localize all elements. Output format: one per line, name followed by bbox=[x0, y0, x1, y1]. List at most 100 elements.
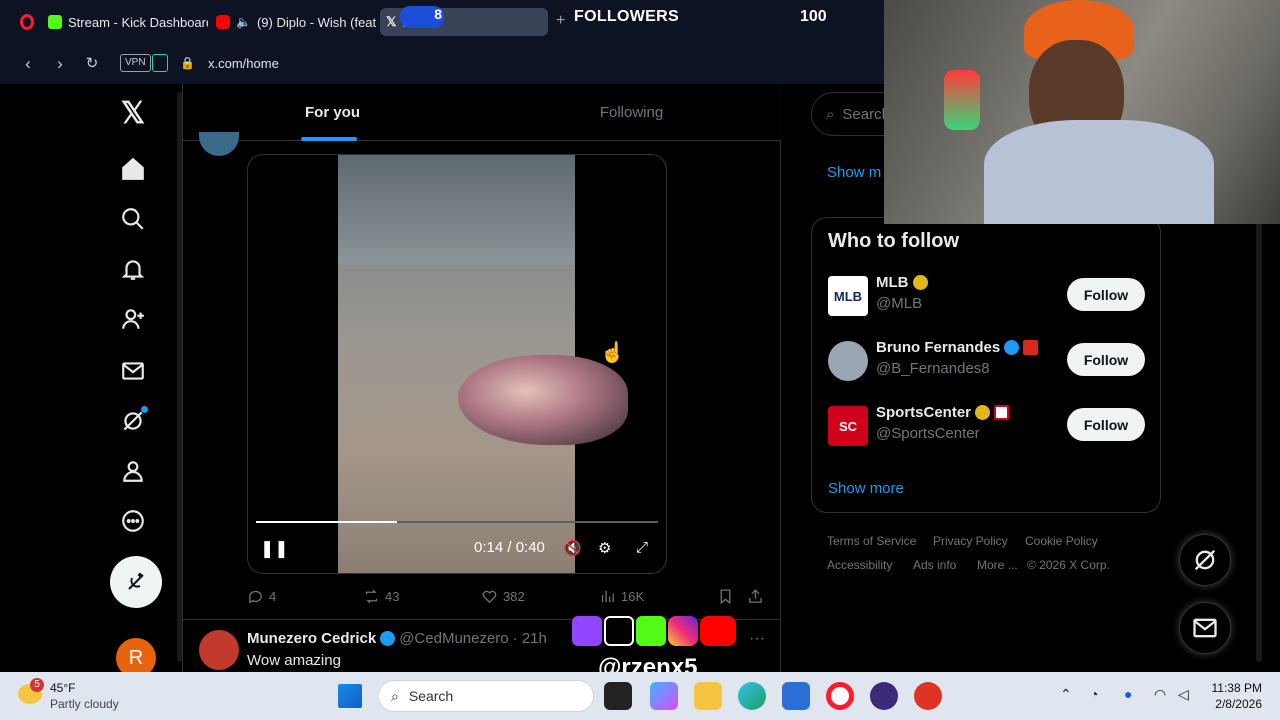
follow-suggestion-bruno[interactable]: Bruno Fernandes @B_Fernandes8 Follow bbox=[812, 331, 1160, 396]
windows-taskbar: 5 45°F Partly cloudy ⌕ Search ⌃ ◔ ● ◠ ◁ … bbox=[0, 672, 1280, 720]
like-count: 382 bbox=[503, 589, 525, 604]
footer-ads-link[interactable]: Ads info bbox=[913, 558, 956, 572]
fullscreen-icon[interactable]: ⤢ bbox=[636, 539, 648, 556]
system-clock[interactable]: 11:38 PM 2/8/2026 bbox=[1200, 680, 1262, 712]
share-button[interactable] bbox=[747, 588, 764, 605]
weather-widget[interactable]: 45°F Partly cloudy bbox=[50, 680, 119, 712]
app-icon[interactable] bbox=[914, 682, 942, 710]
wifi-icon[interactable]: ◠ bbox=[1154, 686, 1166, 703]
reply-button[interactable]: 4 bbox=[247, 588, 276, 605]
tab-label: Stream - Kick Dashboard bbox=[68, 14, 208, 30]
bookmark-button[interactable] bbox=[717, 588, 734, 605]
pause-button[interactable]: ❚❚ bbox=[260, 539, 289, 559]
tab-label: Following bbox=[599, 104, 664, 121]
follow-button[interactable]: Follow bbox=[1067, 278, 1145, 311]
verified-badge-icon bbox=[975, 405, 991, 420]
post-text: Wow amazing bbox=[247, 652, 341, 669]
opera-logo-icon[interactable] bbox=[20, 14, 34, 30]
vpn-badge[interactable]: VPN bbox=[120, 54, 151, 72]
mute-icon[interactable]: 🔇 bbox=[563, 539, 582, 557]
author-handle[interactable]: @CedMunezero bbox=[399, 630, 508, 647]
opera-icon[interactable] bbox=[826, 682, 854, 710]
profile-icon[interactable] bbox=[118, 456, 148, 486]
settings-icon[interactable]: ⚙ bbox=[598, 539, 611, 557]
post-avatar[interactable] bbox=[199, 132, 239, 156]
account-name-row: MLB bbox=[876, 274, 928, 291]
search-label: Search bbox=[408, 688, 454, 704]
shield-icon[interactable] bbox=[152, 54, 168, 72]
webcam-overlay bbox=[884, 0, 1280, 224]
footer-copyright: © 2026 X Corp. bbox=[1027, 558, 1110, 572]
speaker-icon: 🔈 bbox=[236, 15, 251, 29]
follow-suggestion-mlb[interactable]: MLB MLB @MLB Follow bbox=[812, 266, 1160, 331]
show-more-link[interactable]: Show m bbox=[827, 164, 881, 181]
footer-more-link[interactable]: More ... bbox=[977, 558, 1018, 572]
mail-icon[interactable] bbox=[118, 356, 148, 386]
search-icon: ⌕ bbox=[826, 105, 835, 123]
chevron-up-icon[interactable]: ⌃ bbox=[1060, 686, 1072, 703]
active-tab-indicator bbox=[301, 137, 357, 141]
like-button[interactable]: 382 bbox=[481, 588, 525, 605]
who-to-follow-title: Who to follow bbox=[828, 230, 960, 252]
verified-badge-icon bbox=[912, 275, 928, 290]
url-field[interactable]: x.com/home bbox=[208, 56, 279, 71]
post-avatar[interactable] bbox=[199, 630, 239, 670]
copilot-icon[interactable] bbox=[650, 682, 678, 710]
tab-following[interactable]: Following bbox=[482, 84, 781, 141]
grok-icon[interactable] bbox=[118, 406, 148, 436]
author-name[interactable]: Munezero Cedrick bbox=[247, 630, 376, 647]
network-icon[interactable]: ◔ bbox=[1090, 686, 1098, 702]
weather-desc: Partly cloudy bbox=[50, 697, 119, 711]
app-icon[interactable] bbox=[870, 682, 898, 710]
post-button[interactable] bbox=[110, 556, 162, 608]
follow-suggestion-sportscenter[interactable]: SC SportsCenter @SportsCenter Follow bbox=[812, 396, 1160, 461]
footer-accessibility-link[interactable]: Accessibility bbox=[827, 558, 892, 572]
messages-fab[interactable] bbox=[1179, 602, 1231, 654]
video-time: 0:14 / 0:40 bbox=[474, 539, 545, 556]
footer-privacy-link[interactable]: Privacy Policy bbox=[933, 534, 1008, 548]
new-tab-button[interactable]: + bbox=[556, 12, 565, 30]
club-badge-icon bbox=[1023, 340, 1039, 355]
avatar bbox=[828, 341, 868, 381]
tab-label: (9) Diplo - Wish (feat. bbox=[256, 14, 376, 30]
account-handle: @B_Fernandes8 bbox=[876, 360, 990, 377]
show-more-link[interactable]: Show more bbox=[828, 480, 904, 497]
footer-cookie-link[interactable]: Cookie Policy bbox=[1025, 534, 1098, 548]
avatar[interactable]: R bbox=[116, 638, 156, 672]
bell-icon[interactable] bbox=[118, 254, 148, 284]
grok-fab[interactable] bbox=[1179, 534, 1231, 586]
more-icon[interactable] bbox=[118, 506, 148, 536]
account-handle: @SportsCenter bbox=[876, 425, 980, 442]
edge-icon[interactable] bbox=[738, 682, 766, 710]
instagram-icon bbox=[668, 616, 698, 646]
tab-youtube[interactable]: 🔈 (9) Diplo - Wish (feat. bbox=[216, 8, 376, 36]
forward-button[interactable]: › bbox=[50, 54, 70, 74]
video-progress-bar[interactable] bbox=[256, 521, 658, 523]
add-person-icon[interactable] bbox=[118, 304, 148, 334]
microphone bbox=[944, 70, 980, 130]
sportscenter-logo: SC bbox=[828, 406, 868, 446]
streamer-hoodie bbox=[984, 120, 1214, 224]
taskbar-search[interactable]: ⌕ Search bbox=[378, 680, 594, 712]
back-button[interactable]: ‹ bbox=[18, 54, 38, 74]
home-icon[interactable] bbox=[118, 154, 148, 184]
follow-button[interactable]: Follow bbox=[1067, 408, 1145, 441]
tab-kick-dashboard[interactable]: Stream - Kick Dashboard bbox=[48, 8, 208, 36]
start-button[interactable] bbox=[338, 684, 362, 708]
footer-terms-link[interactable]: Terms of Service bbox=[827, 534, 916, 548]
search-icon: ⌕ bbox=[391, 687, 399, 704]
repost-button[interactable]: 43 bbox=[363, 588, 399, 605]
youtube-icon bbox=[700, 616, 736, 646]
store-icon[interactable] bbox=[782, 682, 810, 710]
account-name: MLB bbox=[876, 274, 909, 291]
follow-button[interactable]: Follow bbox=[1067, 343, 1145, 376]
x-logo-icon[interactable]: 𝕏 bbox=[118, 97, 148, 130]
account-name-row: SportsCenter bbox=[876, 404, 1010, 421]
search-icon[interactable] bbox=[118, 204, 148, 234]
views-button[interactable]: 16K bbox=[599, 588, 644, 605]
file-explorer-icon[interactable] bbox=[694, 682, 722, 710]
volume-icon[interactable]: ◁ bbox=[1178, 686, 1189, 703]
reload-button[interactable]: ↻ bbox=[82, 54, 102, 74]
microphone-icon[interactable]: ● bbox=[1124, 686, 1132, 702]
task-view-icon[interactable] bbox=[604, 682, 632, 710]
